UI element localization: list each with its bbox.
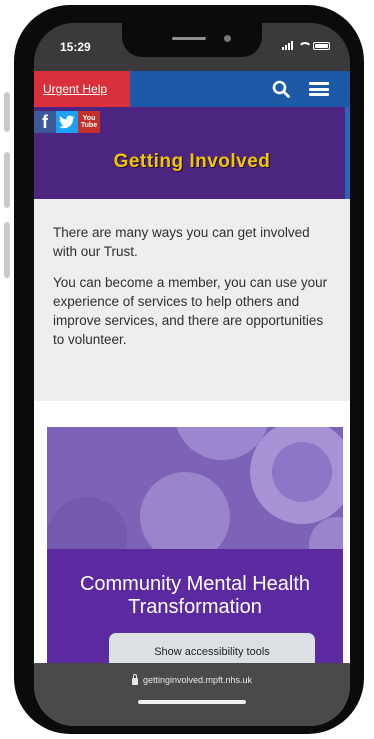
wifi-icon — [298, 42, 312, 50]
search-icon[interactable] — [272, 80, 290, 98]
notch — [122, 23, 262, 57]
url-text: gettinginvolved.mpft.nhs.uk — [142, 675, 253, 685]
volume-down-button — [4, 222, 10, 278]
phone-frame: 15:29 Urgent Help f You Tube Getting Inv… — [14, 5, 364, 734]
twitter-icon[interactable] — [56, 111, 78, 133]
home-indicator[interactable] — [138, 700, 246, 704]
speaker — [172, 37, 206, 40]
intro-paragraph-2: You can become a member, you can use you… — [53, 275, 328, 347]
camera — [224, 35, 231, 42]
battery-icon — [313, 42, 330, 50]
status-icons — [282, 41, 330, 50]
status-bar: 15:29 — [34, 23, 350, 71]
intro-panel: There are many ways you can get involved… — [34, 199, 350, 401]
page-banner: f You Tube Getting Involved — [34, 107, 350, 199]
facebook-icon[interactable]: f — [34, 111, 56, 133]
urgent-help-link[interactable]: Urgent Help — [34, 71, 130, 107]
address-bar[interactable]: gettinginvolved.mpft.nhs.uk — [34, 673, 350, 685]
phone-screen: 15:29 Urgent Help f You Tube Getting Inv… — [34, 23, 350, 726]
lock-icon — [131, 673, 138, 685]
mute-switch — [4, 92, 10, 132]
social-links: f You Tube — [34, 111, 100, 133]
status-time: 15:29 — [60, 40, 91, 54]
site-header: Urgent Help — [34, 71, 350, 107]
youtube-icon[interactable]: You Tube — [78, 111, 100, 133]
scroll-edge — [345, 107, 350, 199]
feature-card[interactable]: Community Mental Health Transformation — [47, 427, 343, 663]
page-title: Getting Involved — [113, 151, 271, 172]
intro-paragraph-1: There are many ways you can get involved… — [53, 225, 310, 259]
browser-bar: gettinginvolved.mpft.nhs.uk — [34, 663, 350, 726]
signal-icon — [282, 41, 293, 50]
volume-up-button — [4, 152, 10, 208]
card-title[interactable]: Community Mental Health Transformation — [47, 573, 343, 619]
menu-icon[interactable] — [309, 82, 329, 96]
